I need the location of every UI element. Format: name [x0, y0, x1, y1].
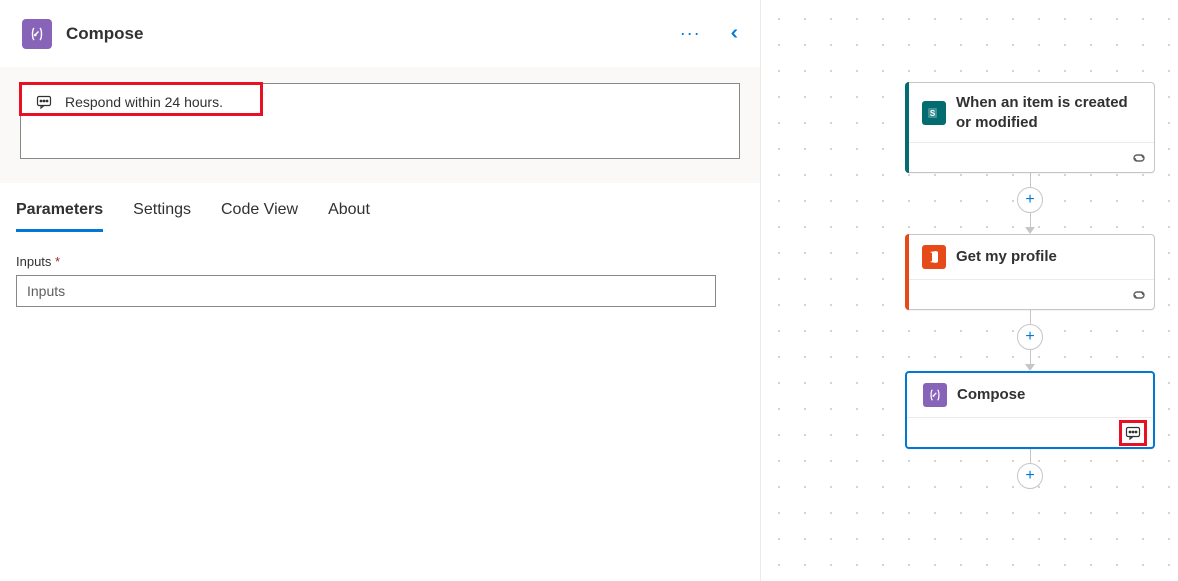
flow-node-trigger[interactable]: S When an item is created or modified	[905, 82, 1155, 173]
connector: +	[1017, 173, 1043, 234]
add-action-button[interactable]: +	[1017, 187, 1043, 213]
more-button[interactable]: ···	[672, 19, 709, 48]
panel-header: Compose ··· ‹‹	[0, 0, 760, 67]
node-footer	[907, 417, 1153, 447]
office-icon	[922, 245, 946, 269]
node-title: Get my profile	[956, 247, 1057, 267]
add-action-button[interactable]: +	[1017, 463, 1043, 489]
tab-settings[interactable]: Settings	[133, 201, 191, 232]
collapse-button[interactable]: ‹‹	[723, 18, 740, 49]
form-area: Inputs *	[0, 232, 760, 329]
panel-title: Compose	[66, 24, 658, 44]
inputs-label: Inputs *	[16, 254, 744, 269]
flow-node-compose[interactable]: Compose	[905, 371, 1155, 449]
flow-column: S When an item is created or modified +	[905, 82, 1155, 489]
tab-parameters[interactable]: Parameters	[16, 201, 103, 232]
note-icon	[35, 94, 53, 110]
node-title: When an item is created or modified	[956, 93, 1142, 132]
add-action-button[interactable]: +	[1017, 324, 1043, 350]
link-icon	[1130, 152, 1146, 164]
sharepoint-icon: S	[922, 101, 946, 125]
flow-node-get-profile[interactable]: Get my profile	[905, 234, 1155, 310]
compose-icon	[923, 383, 947, 407]
link-icon	[1130, 289, 1146, 301]
tab-about[interactable]: About	[328, 201, 370, 232]
tab-code-view[interactable]: Code View	[221, 201, 298, 232]
note-text: Respond within 24 hours.	[65, 94, 223, 110]
connector: +	[1017, 310, 1043, 371]
node-title: Compose	[957, 385, 1025, 405]
note-section: Respond within 24 hours.	[0, 67, 760, 183]
node-footer	[906, 142, 1154, 172]
tabs: Parameters Settings Code View About	[0, 183, 760, 232]
svg-text:S: S	[930, 109, 936, 118]
highlight-marker	[1119, 420, 1147, 446]
flow-canvas[interactable]: S When an item is created or modified +	[760, 0, 1178, 581]
properties-panel: Compose ··· ‹‹ Respond within 24 hours. …	[0, 0, 760, 581]
note-input[interactable]: Respond within 24 hours.	[20, 83, 740, 159]
node-footer	[906, 279, 1154, 309]
inputs-field[interactable]	[16, 275, 716, 307]
compose-icon	[22, 19, 52, 49]
connector: +	[1017, 449, 1043, 489]
note-icon[interactable]	[1125, 425, 1141, 441]
